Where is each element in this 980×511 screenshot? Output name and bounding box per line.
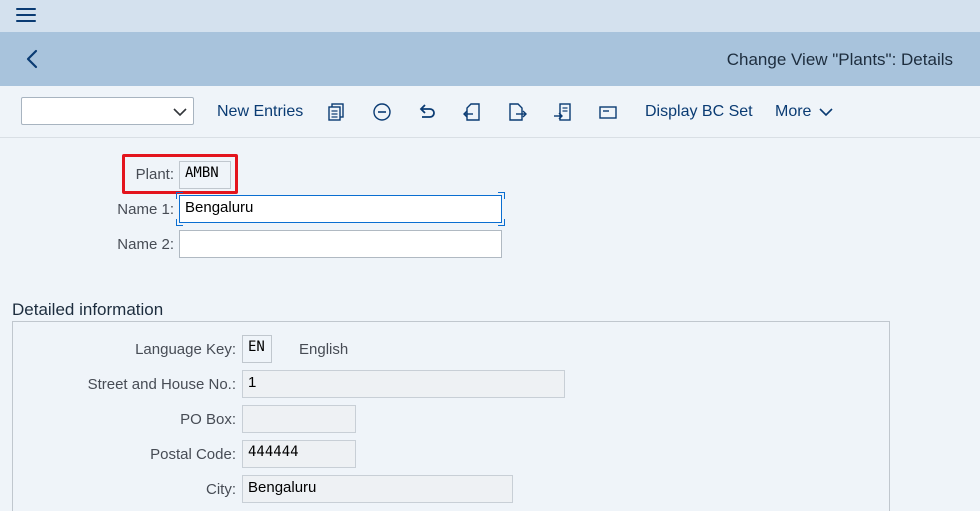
name1-field[interactable]: Bengaluru: [179, 195, 502, 223]
variant-select[interactable]: [21, 97, 194, 125]
transport-icon[interactable]: [553, 102, 573, 122]
title-bar: Change View "Plants": Details: [0, 32, 980, 86]
more-button[interactable]: More: [775, 103, 833, 121]
name1-label: Name 1:: [117, 201, 174, 218]
more-label: More: [775, 103, 812, 120]
display-icon[interactable]: [598, 102, 618, 122]
po-box-label: PO Box:: [180, 411, 236, 428]
focus-corner: [176, 219, 183, 226]
language-key-field: EN: [242, 335, 272, 363]
chevron-down-icon: [819, 108, 833, 116]
city-field: Bengaluru: [242, 475, 513, 503]
street-field: 1: [242, 370, 565, 398]
undo-icon[interactable]: [417, 102, 437, 122]
postal-code-field: 444444: [242, 440, 356, 468]
language-text: English: [299, 341, 349, 358]
page-title: Change View "Plants": Details: [726, 50, 953, 69]
chevron-left-icon: [26, 49, 38, 69]
new-entries-button[interactable]: New Entries: [217, 103, 303, 121]
focus-corner: [176, 192, 183, 199]
delete-icon[interactable]: [372, 102, 392, 122]
chevron-down-icon: [173, 108, 187, 117]
postal-code-label: Postal Code:: [150, 446, 236, 463]
plant-field: AMBN: [179, 161, 231, 189]
next-entry-icon[interactable]: [507, 102, 527, 122]
hamburger-menu-icon[interactable]: [16, 8, 36, 24]
previous-entry-icon[interactable]: [462, 102, 482, 122]
po-box-field: [242, 405, 356, 433]
language-key-label: Language Key:: [135, 341, 236, 358]
name2-label: Name 2:: [117, 236, 174, 253]
section-title: Detailed information: [12, 300, 164, 319]
city-label: City:: [206, 481, 236, 498]
toolbar: New Entries Display BC Set More: [0, 86, 980, 138]
back-button[interactable]: [22, 47, 44, 71]
street-label: Street and House No.:: [87, 376, 236, 393]
name2-field[interactable]: [179, 230, 502, 258]
focus-corner: [498, 219, 505, 226]
display-bc-set-button[interactable]: Display BC Set: [645, 103, 753, 121]
shell-bar: [0, 0, 980, 32]
plant-label: Plant:: [135, 166, 174, 183]
copy-icon[interactable]: [326, 102, 346, 122]
focus-corner: [498, 192, 505, 199]
